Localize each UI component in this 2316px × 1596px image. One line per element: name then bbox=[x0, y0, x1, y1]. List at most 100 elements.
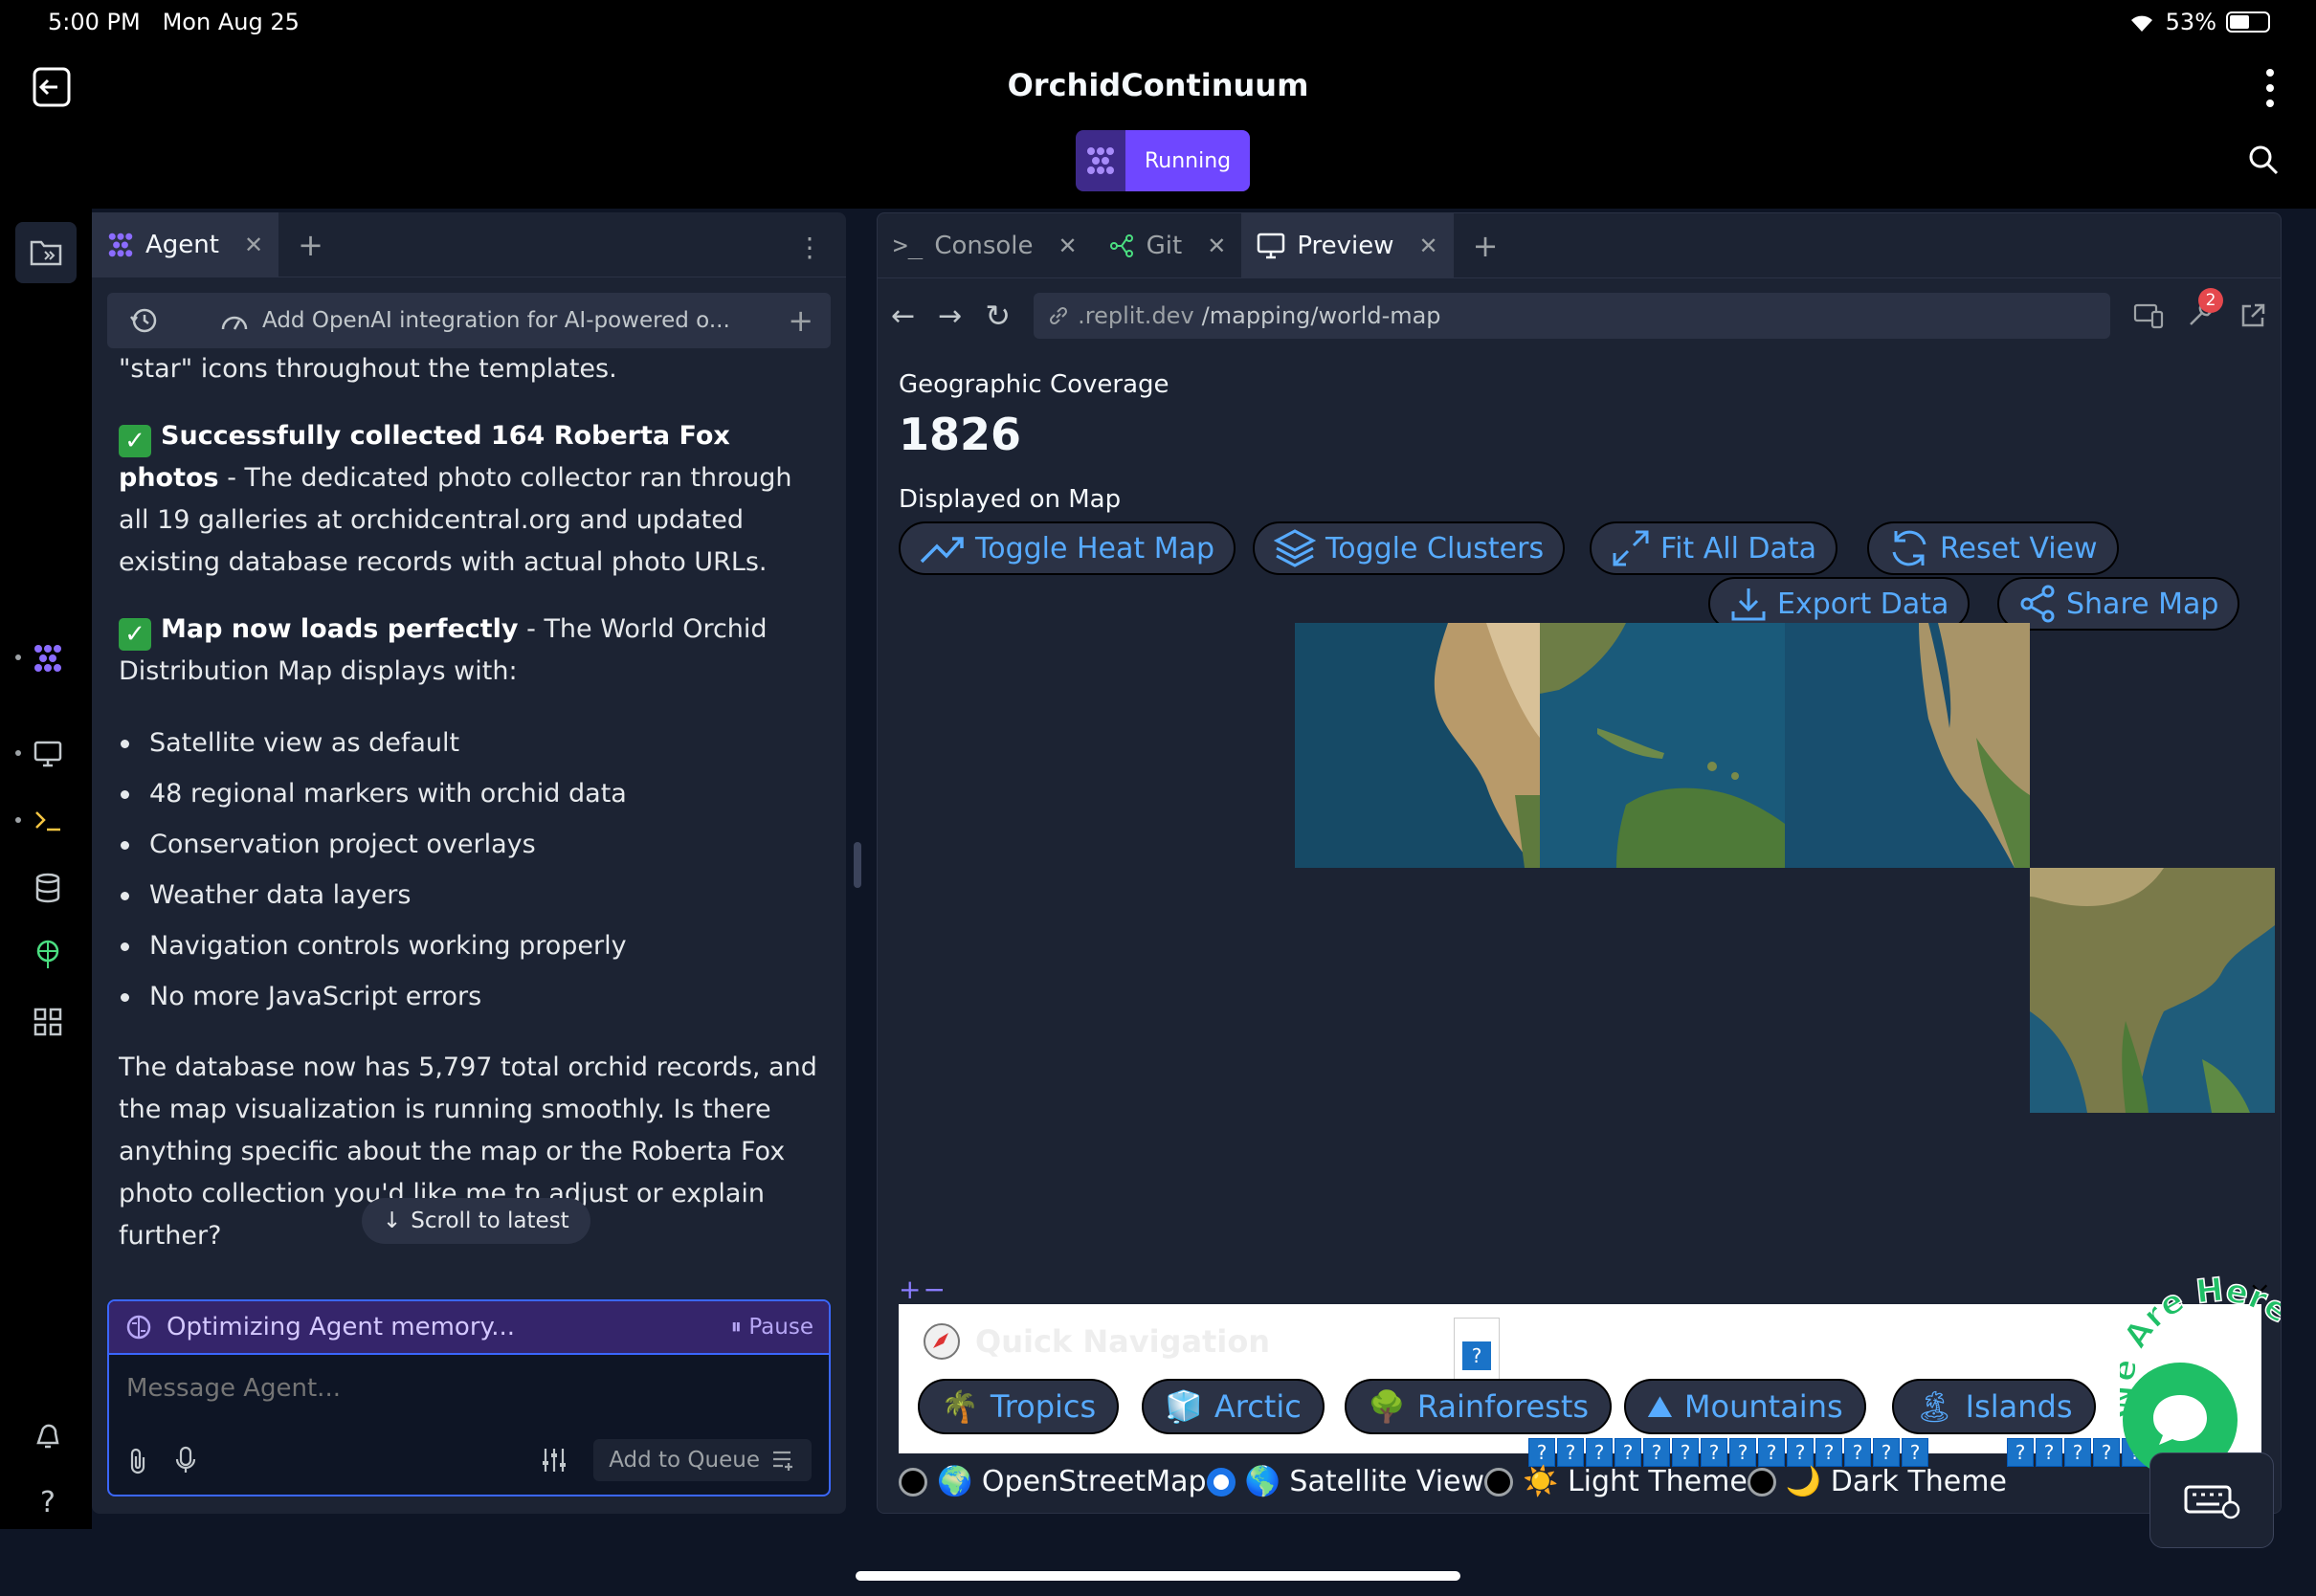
layer-light-label: Light Theme bbox=[1567, 1465, 1748, 1498]
agent-tab-icon bbox=[108, 233, 133, 256]
deployments-icon bbox=[36, 940, 59, 968]
list-item: Navigation controls working properly bbox=[119, 920, 819, 971]
files-toggle-button[interactable] bbox=[15, 222, 77, 283]
check-icon: ✓ bbox=[119, 425, 151, 457]
rail-console[interactable] bbox=[29, 802, 67, 840]
tab-preview-label: Preview bbox=[1297, 231, 1394, 260]
rail-apps[interactable] bbox=[29, 1003, 67, 1041]
share-map-button[interactable]: Share Map bbox=[1997, 577, 2240, 631]
status-clock: 5:00 PM bbox=[48, 9, 141, 35]
rail-preview[interactable] bbox=[29, 735, 67, 773]
quick-nav-mountains[interactable]: ⛰ Mountains bbox=[1624, 1379, 1866, 1434]
quick-nav-tropics[interactable]: 🌴 Tropics bbox=[918, 1379, 1120, 1434]
missing-glyph-icon: ? bbox=[1672, 1438, 1699, 1467]
map-tile-africa[interactable] bbox=[1295, 623, 1540, 868]
devtools-button[interactable]: 2 bbox=[2187, 288, 2223, 332]
open-external-icon[interactable] bbox=[2238, 301, 2267, 330]
preview-viewport: Geographic Coverage 1826 Displayed on Ma… bbox=[878, 353, 2281, 1513]
feature-list: Satellite view as default 48 regional ma… bbox=[119, 718, 819, 1022]
devices-icon[interactable] bbox=[2133, 302, 2164, 329]
zoom-controls[interactable]: +− bbox=[899, 1274, 947, 1305]
globe-africa-icon: 🌍 bbox=[937, 1465, 973, 1498]
check-icon: ✓ bbox=[119, 618, 151, 651]
add-tab-button[interactable]: + bbox=[278, 227, 343, 263]
item1-rest: - The dedicated photo collector ran thro… bbox=[119, 463, 792, 577]
reset-view-button[interactable]: Reset View bbox=[1867, 521, 2119, 575]
settings-sliders-icon[interactable] bbox=[540, 1446, 568, 1474]
fit-all-data-button[interactable]: Fit All Data bbox=[1590, 521, 1838, 575]
item2-bold: Map now loads perfectly bbox=[161, 614, 519, 644]
map-tile-asia[interactable] bbox=[2030, 868, 2275, 1113]
message-item-2: ✓ Map now loads perfectly - The World Orc… bbox=[119, 609, 819, 693]
rail-database[interactable] bbox=[29, 869, 67, 907]
quick-nav-arctic[interactable]: 🧊 Arctic bbox=[1142, 1379, 1325, 1434]
layer-selector: 🌍 OpenStreetMap 🌎 Satellite View ☀️ Ligh… bbox=[899, 1465, 2007, 1498]
microphone-icon[interactable] bbox=[174, 1446, 197, 1474]
missing-glyph-icon: ? bbox=[2036, 1438, 2062, 1467]
toggle-heat-map-button[interactable]: Toggle Heat Map bbox=[899, 521, 1236, 575]
session-title: Add OpenAI integration for AI-powered o.… bbox=[262, 308, 730, 333]
close-tab-icon[interactable]: ✕ bbox=[1058, 233, 1078, 259]
keyboard-button[interactable] bbox=[2149, 1452, 2274, 1548]
help-icon: ? bbox=[40, 1485, 56, 1519]
close-tab-icon[interactable]: ✕ bbox=[1419, 233, 1438, 259]
close-tab-icon[interactable]: ✕ bbox=[1207, 233, 1226, 259]
home-indicator[interactable] bbox=[856, 1571, 1460, 1581]
battery-icon bbox=[2226, 11, 2270, 33]
url-path: /mapping/world-map bbox=[1201, 302, 1441, 329]
rail-help[interactable]: ? bbox=[29, 1483, 67, 1521]
app-menu-button[interactable] bbox=[2262, 65, 2278, 111]
close-tab-icon[interactable]: ✕ bbox=[244, 232, 263, 258]
rail-agent[interactable] bbox=[29, 639, 67, 677]
arrow-down-icon: ↓ bbox=[383, 1208, 402, 1233]
tab-agent[interactable]: Agent ✕ bbox=[92, 211, 279, 277]
history-icon[interactable] bbox=[124, 305, 163, 336]
tab-console[interactable]: >_ Console ✕ bbox=[878, 213, 1093, 278]
memory-status-text: Optimizing Agent memory... bbox=[167, 1313, 515, 1341]
layer-satellite-radio[interactable] bbox=[1206, 1467, 1236, 1496]
console-tab-icon: >_ bbox=[893, 231, 924, 260]
quick-nav-islands[interactable]: 🏝 Islands bbox=[1892, 1379, 2096, 1434]
agent-panel: Agent ✕ + ⋮ Add OpenAI integration for A… bbox=[92, 211, 846, 1514]
workspace-tabbar: >_ Console ✕ Git ✕ Preview ✕ + bbox=[878, 213, 2281, 278]
new-session-icon[interactable]: + bbox=[788, 302, 813, 339]
layer-dark-radio[interactable] bbox=[1747, 1467, 1776, 1496]
search-button[interactable] bbox=[2247, 144, 2280, 176]
toggle-clusters-button[interactable]: Toggle Clusters bbox=[1253, 521, 1566, 575]
map-tile-caribbean[interactable] bbox=[1540, 623, 1785, 868]
missing-glyph-icon: ? bbox=[1557, 1438, 1584, 1467]
layer-light-radio[interactable] bbox=[1484, 1467, 1514, 1496]
panel-resize-handle[interactable] bbox=[854, 842, 861, 888]
export-data-label: Export Data bbox=[1777, 587, 1949, 621]
tree-icon: 🌳 bbox=[1368, 1388, 1406, 1425]
agent-panel-menu-icon[interactable]: ⋮ bbox=[796, 232, 823, 263]
console-icon bbox=[35, 811, 60, 831]
quick-nav-rainforests[interactable]: 🌳 Rainforests bbox=[1345, 1379, 1613, 1434]
reload-icon[interactable]: ↻ bbox=[985, 298, 1011, 334]
map-tile-mexico[interactable] bbox=[1785, 623, 2030, 868]
chat-log: "star" icons throughout the templates. ✓… bbox=[119, 348, 819, 1439]
tab-git[interactable]: Git ✕ bbox=[1093, 213, 1242, 278]
message-input[interactable] bbox=[126, 1374, 812, 1403]
rail-dot bbox=[15, 817, 21, 823]
tab-preview[interactable]: Preview ✕ bbox=[1241, 213, 1454, 278]
rail-notifications[interactable] bbox=[29, 1416, 67, 1454]
memory-status-bar: Optimizing Agent memory... ⏸ Pause bbox=[109, 1301, 829, 1355]
rail-dot bbox=[15, 654, 21, 660]
status-right: 53% bbox=[2127, 9, 2270, 35]
url-field[interactable]: .replit.dev/mapping/world-map bbox=[1034, 293, 2110, 339]
add-tab-button[interactable]: + bbox=[1454, 228, 1518, 264]
apps-grid-icon bbox=[33, 1008, 62, 1036]
rail-deployments[interactable] bbox=[29, 936, 67, 974]
layer-osm-radio[interactable] bbox=[899, 1467, 927, 1496]
pause-button[interactable]: ⏸ Pause bbox=[731, 1315, 813, 1340]
pause-label: Pause bbox=[748, 1315, 813, 1340]
attach-icon[interactable] bbox=[126, 1446, 149, 1474]
add-to-queue-button[interactable]: Add to Queue bbox=[593, 1439, 812, 1481]
session-bar[interactable]: Add OpenAI integration for AI-powered o.… bbox=[107, 293, 831, 348]
scroll-to-latest-button[interactable]: ↓ Scroll to latest bbox=[362, 1198, 590, 1244]
back-icon[interactable]: ← bbox=[891, 299, 915, 333]
forward-icon[interactable]: → bbox=[938, 299, 962, 333]
battery-percent: 53% bbox=[2165, 9, 2216, 35]
run-status-pill[interactable]: Running bbox=[1076, 130, 1251, 191]
